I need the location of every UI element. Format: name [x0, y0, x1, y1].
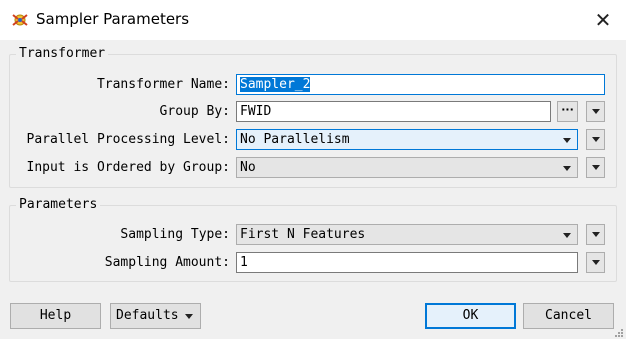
parallel-processing-label: Parallel Processing Level: [26, 132, 231, 147]
sampling-type-menu-button[interactable] [586, 224, 605, 245]
chevron-down-icon [185, 314, 193, 319]
parallel-processing-value: No Parallelism [240, 132, 350, 147]
chevron-down-icon [592, 109, 600, 114]
transformer-name-input[interactable]: Sampler_2 [236, 74, 605, 95]
transformer-name-label: Transformer Name: [96, 77, 230, 92]
cancel-button[interactable]: Cancel [523, 303, 614, 329]
sampling-type-label: Sampling Type: [120, 227, 230, 242]
sampling-amount-menu-button[interactable] [586, 252, 605, 273]
input-ordered-select[interactable]: No [236, 157, 578, 178]
sampling-amount-value: 1 [240, 255, 248, 270]
sampling-amount-input[interactable]: 1 [236, 252, 578, 273]
defaults-button[interactable]: Defaults [110, 303, 201, 329]
cancel-button-label: Cancel [545, 308, 592, 323]
input-ordered-value: No [240, 160, 256, 175]
parallel-processing-menu-button[interactable] [586, 129, 605, 150]
close-icon[interactable]: ✕ [592, 9, 614, 31]
defaults-button-label: Defaults [116, 308, 179, 323]
resize-grip-icon[interactable] [612, 326, 624, 338]
parameters-group-legend: Parameters [16, 197, 101, 212]
chevron-down-icon [592, 232, 600, 237]
transformer-name-value: Sampler_2 [240, 77, 311, 92]
sampling-type-value: First N Features [240, 227, 366, 242]
chevron-down-icon [592, 165, 600, 170]
input-ordered-menu-button[interactable] [586, 157, 605, 178]
help-button-label: Help [39, 308, 72, 323]
input-ordered-label: Input is Ordered by Group: [26, 160, 231, 175]
chevron-down-icon [563, 166, 571, 171]
group-by-menu-button[interactable] [586, 101, 605, 122]
title-bar: Sampler Parameters ✕ [0, 0, 626, 40]
ok-button-label: OK [462, 308, 479, 323]
chevron-down-icon [592, 260, 600, 265]
group-by-input[interactable]: FWID [236, 101, 551, 122]
group-by-value: FWID [240, 104, 272, 119]
help-button[interactable]: Help [10, 303, 101, 329]
sampling-type-select[interactable]: First N Features [236, 224, 578, 245]
chevron-down-icon [563, 233, 571, 238]
chevron-down-icon [563, 138, 571, 143]
sampling-amount-label: Sampling Amount: [104, 255, 230, 270]
parallel-processing-select[interactable]: No Parallelism [236, 129, 578, 150]
ok-button[interactable]: OK [425, 303, 516, 329]
chevron-down-icon [592, 137, 600, 142]
group-by-label: Group By: [159, 104, 230, 119]
window-title: Sampler Parameters [36, 10, 190, 28]
group-by-ellipsis-button[interactable]: ··· [557, 101, 578, 122]
sampler-app-icon [12, 14, 28, 26]
transformer-group-legend: Transformer [16, 46, 109, 61]
